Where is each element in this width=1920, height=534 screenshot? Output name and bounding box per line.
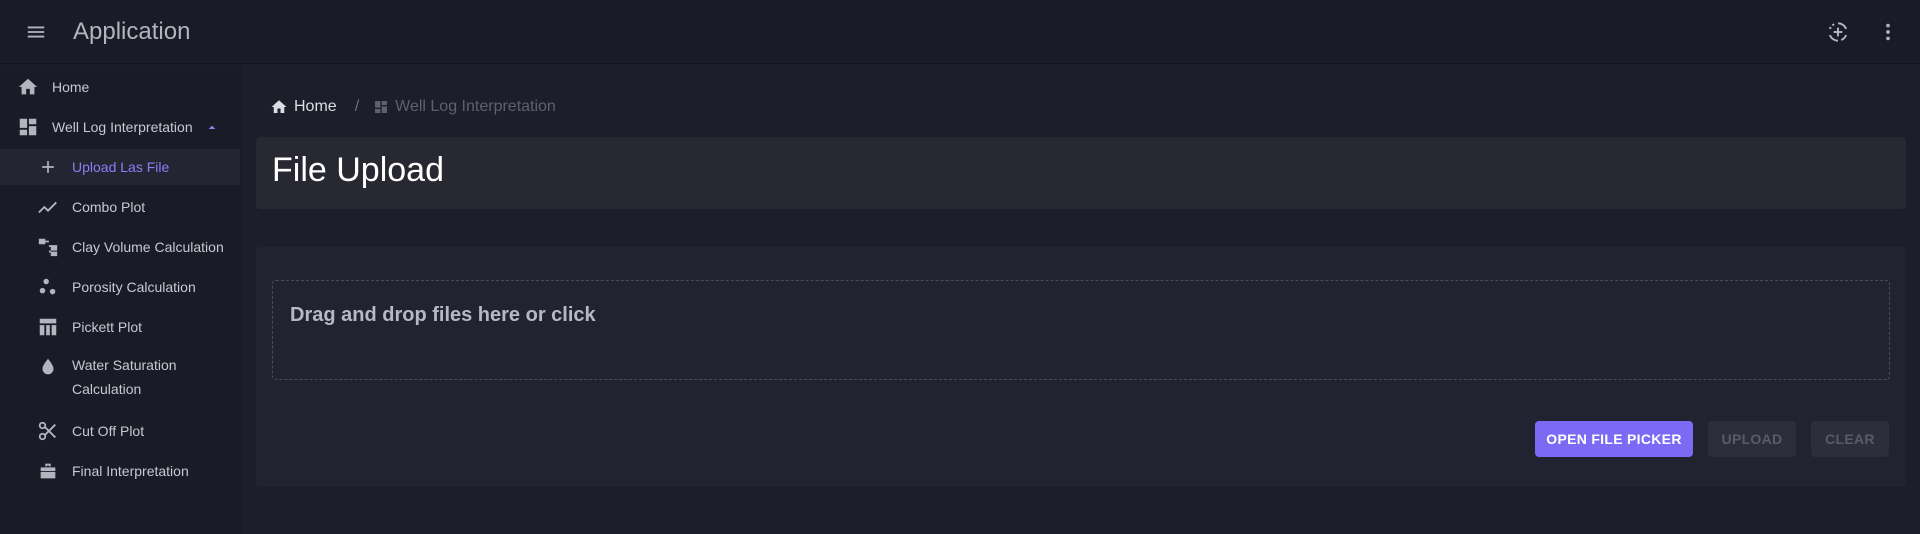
page-title-card: File Upload <box>256 137 1906 209</box>
briefcase-icon <box>36 459 60 483</box>
home-icon <box>16 75 40 99</box>
sidebar-item-porosity-calculation[interactable]: Porosity Calculation <box>0 269 240 305</box>
scatter-dots-icon <box>36 275 60 299</box>
upload-card: Drag and drop files here or click OPEN F… <box>256 247 1906 487</box>
open-file-picker-button[interactable]: OPEN FILE PICKER <box>1535 421 1693 457</box>
home-icon <box>271 100 287 113</box>
upload-button[interactable]: UPLOAD <box>1708 421 1796 457</box>
sidebar-item-combo-plot[interactable]: Combo Plot <box>0 189 240 225</box>
page-title: File Upload <box>272 151 444 189</box>
sidebar-item-label: Final Interpretation <box>72 463 189 479</box>
app-bar: Application <box>0 0 1920 64</box>
sync-button[interactable] <box>1820 14 1856 50</box>
sidebar-item-label: Clay Volume Calculation <box>72 239 224 255</box>
sidebar-item-label: Cut Off Plot <box>72 423 145 439</box>
water-drop-icon <box>36 355 60 379</box>
hamburger-menu-icon <box>27 26 45 37</box>
sidebar-item-label-line2: Calculation <box>72 381 142 397</box>
sidebar-item-clay-volume-calculation[interactable]: Clay Volume Calculation <box>0 229 240 265</box>
more-options-button[interactable] <box>1870 14 1906 50</box>
breadcrumb-current: Well Log Interpretation <box>373 98 556 116</box>
sidebar-item-water-saturation-calculation[interactable]: Water Saturation Calculation <box>0 349 240 405</box>
breadcrumb-home-label: Home <box>294 98 337 115</box>
sidebar-item-label: Well Log Interpretation <box>52 119 193 135</box>
app-title: Application <box>73 17 191 45</box>
sidebar-item-label-line1: Water Saturation <box>72 357 177 373</box>
trend-line-icon <box>36 195 60 219</box>
sidebar: Home Well Log Interpretation Upload Las … <box>0 65 242 534</box>
breadcrumb-separator: / <box>354 98 360 115</box>
dashboard-icon <box>375 101 388 113</box>
menu-button[interactable] <box>18 14 54 50</box>
sidebar-item-label: Home <box>52 79 90 95</box>
sidebar-item-label: Pickett Plot <box>72 319 143 335</box>
sidebar-item-upload-las-file[interactable]: Upload Las File <box>0 149 240 185</box>
breadcrumb-current-label: Well Log Interpretation <box>395 98 556 115</box>
clear-button[interactable]: CLEAR <box>1811 421 1889 457</box>
sidebar-item-final-interpretation[interactable]: Final Interpretation <box>0 453 240 489</box>
sidebar-item-label: Porosity Calculation <box>72 279 196 295</box>
account-tree-icon <box>36 235 60 259</box>
sidebar-item-label: Combo Plot <box>72 199 146 215</box>
sidebar-item-home[interactable]: Home <box>0 69 240 105</box>
sidebar-item-well-log-interpretation[interactable]: Well Log Interpretation <box>0 109 240 145</box>
sync-icon <box>1828 22 1848 42</box>
scissors-icon <box>36 419 60 443</box>
breadcrumb: Home / Well Log Interpretation <box>270 97 556 117</box>
more-vertical-icon <box>1886 23 1890 41</box>
dropzone[interactable]: Drag and drop files here or click <box>272 280 1890 380</box>
plus-icon <box>36 155 60 179</box>
sidebar-item-pickett-plot[interactable]: Pickett Plot <box>0 309 240 345</box>
sidebar-item-label: Upload Las File <box>72 159 170 175</box>
sidebar-item-cut-off-plot[interactable]: Cut Off Plot <box>0 413 240 449</box>
dropzone-text: Drag and drop files here or click <box>290 304 596 326</box>
main-content: Home / Well Log Interpretation File Uplo… <box>256 65 1920 534</box>
caret-up-icon <box>200 115 224 139</box>
table-layout-icon <box>36 315 60 339</box>
dashboard-icon <box>16 115 40 139</box>
breadcrumb-home[interactable]: Home <box>270 98 337 116</box>
